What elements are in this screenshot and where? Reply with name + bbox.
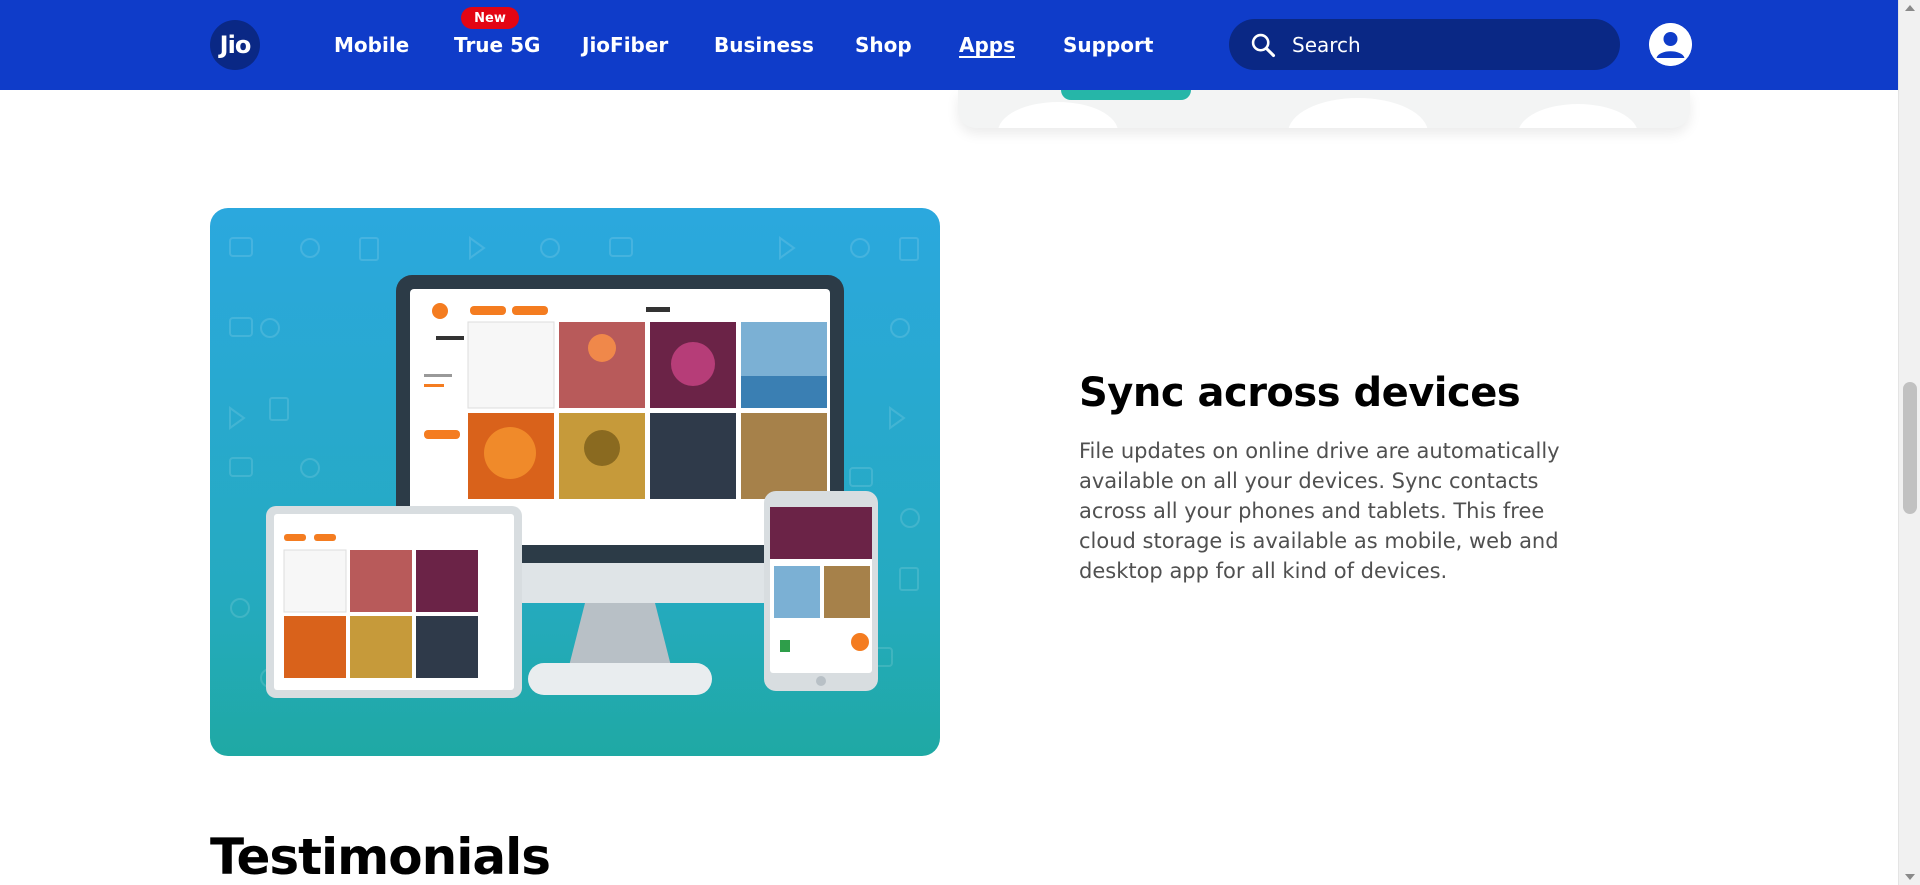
profile-button[interactable]	[1649, 23, 1692, 66]
new-badge: New	[461, 7, 519, 29]
nav-item-business[interactable]: Business	[714, 33, 814, 57]
scrollbar-thumb[interactable]	[1903, 382, 1917, 514]
nav-item-shop[interactable]: Shop	[855, 33, 912, 57]
nav-item-mobile[interactable]: Mobile	[334, 33, 409, 57]
testimonials-heading: Testimonials	[210, 828, 551, 885]
previous-feature-image-edge	[958, 90, 1690, 128]
devices-graphic	[229, 236, 920, 698]
scroll-up-arrow-icon[interactable]	[1905, 5, 1915, 11]
nav-item-apps[interactable]: Apps	[959, 33, 1015, 57]
feature-description: File updates on online drive are automat…	[1079, 439, 1560, 583]
nav-item-jiofiber[interactable]: JioFiber	[582, 33, 668, 57]
page-scrollbar[interactable]	[1898, 0, 1920, 885]
feature-title: Sync across devices	[1079, 370, 1521, 416]
scroll-down-arrow-icon[interactable]	[1905, 874, 1915, 880]
search-box[interactable]	[1229, 19, 1620, 70]
sync-devices-illustration	[210, 208, 940, 756]
search-icon	[1251, 33, 1276, 57]
search-input[interactable]	[1292, 32, 1592, 57]
top-navigation-bar: Jio Mobile True 5G JioFiber Business Sho…	[0, 0, 1898, 90]
nav-item-true-5g[interactable]: True 5G	[454, 33, 540, 57]
jio-logo[interactable]: Jio	[210, 20, 260, 70]
user-icon	[1649, 23, 1692, 66]
nav-item-support[interactable]: Support	[1063, 33, 1153, 57]
